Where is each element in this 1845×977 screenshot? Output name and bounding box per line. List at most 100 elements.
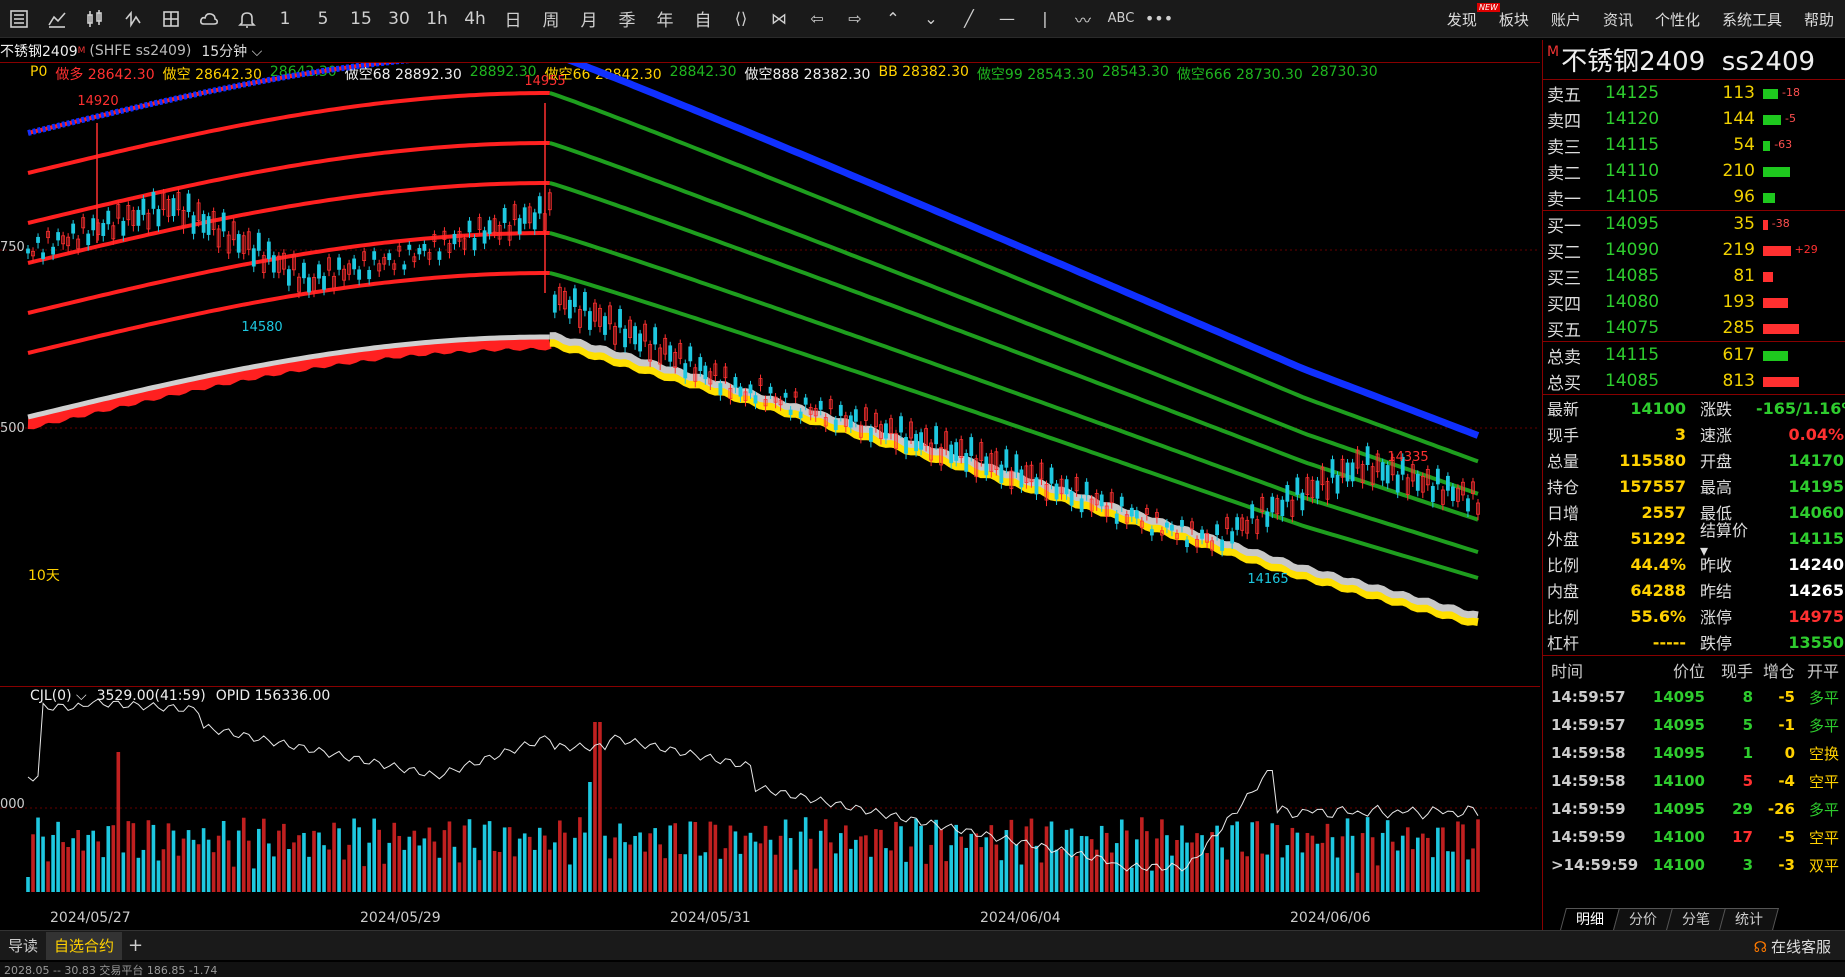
expand-icon[interactable]: ⋈: [760, 0, 798, 38]
tab-watchlist[interactable]: 自选合约: [46, 931, 123, 960]
volume-bar: [703, 852, 708, 892]
arrow-up-icon[interactable]: ⌃: [874, 0, 912, 38]
arrow-down-icon[interactable]: ⌄: [912, 0, 950, 38]
volume-bar: [201, 828, 206, 892]
bid-level-row: 买二 14090 219 +29: [1543, 237, 1845, 263]
menu-item-5[interactable]: 系统工具: [1711, 9, 1793, 30]
trade-type: 多平: [1808, 688, 1839, 707]
level-volume-bar: [1763, 141, 1771, 151]
period-selector[interactable]: 15分钟 ⌵: [201, 41, 262, 61]
period-9[interactable]: 季: [608, 0, 646, 38]
volume-bar: [467, 819, 472, 892]
candle-body: [768, 386, 773, 394]
volume-bar: [803, 817, 808, 892]
level-delta: -63: [1774, 138, 1793, 151]
tab-price[interactable]: 分价: [1613, 908, 1673, 930]
period-3[interactable]: 30: [380, 0, 418, 38]
trade-type: 空换: [1808, 744, 1839, 763]
candle-body: [1250, 504, 1255, 519]
period-5[interactable]: 4h: [456, 0, 494, 38]
period-7[interactable]: 周: [532, 0, 570, 38]
menu-item-1[interactable]: 板块: [1488, 9, 1540, 30]
main-chart[interactable]: 14920 14955 14580 14335 14165 10天: [0, 62, 1540, 684]
menu-item-3[interactable]: 资讯: [1592, 9, 1644, 30]
period-6[interactable]: 日: [494, 0, 532, 38]
volume-bar: [1245, 856, 1250, 892]
period-4[interactable]: 1h: [418, 0, 456, 38]
menu-item-0[interactable]: 发现 NEW: [1436, 2, 1500, 30]
volume-bar: [904, 861, 908, 892]
volume-bar: [839, 833, 843, 892]
menu-item-4[interactable]: 个性化: [1644, 9, 1711, 30]
period-8[interactable]: 月: [570, 0, 608, 38]
volume-bar: [1019, 864, 1024, 892]
bid-level-row: 买一 14095 35 -38: [1543, 211, 1845, 237]
tab-guide[interactable]: 导读: [0, 935, 46, 956]
volume-bar: [507, 827, 512, 892]
volume-bar: [889, 850, 893, 892]
candle-body: [151, 191, 156, 209]
depth-icon[interactable]: [152, 0, 190, 38]
level-volume-bar: [1763, 193, 1775, 203]
volume-bar: [1390, 841, 1395, 892]
more-icon[interactable]: •••: [1140, 0, 1178, 38]
bottom-bar: 导读 自选合约 + ☊ 在线客服: [0, 930, 1845, 960]
text-tool-icon[interactable]: ABC: [1102, 0, 1140, 38]
arrow-left-icon[interactable]: ⇦: [798, 0, 836, 38]
quote-stat-row: 最新 14100 涨跌 -165/1.16%: [1543, 395, 1845, 421]
volume-bar: [297, 835, 301, 892]
candle-body: [703, 365, 708, 380]
volume-bar: [1370, 837, 1375, 892]
candle-body: [56, 232, 61, 241]
period-2[interactable]: 15: [342, 0, 380, 38]
quote-stat-row: 比例 44.4% 昨收 14240: [1543, 551, 1845, 577]
volume-bar: [934, 819, 938, 892]
volume-bar: [753, 841, 758, 892]
toolbar: 1 5 15 30 1h 4h 日周月季年自 ⟨⟩ ⋈ ⇦ ⇨ ⌃ ⌄ ╱ — | 〰 ABC ••• 发现 NEW…: [0, 0, 1845, 38]
cloud-icon[interactable]: [190, 0, 228, 38]
shrink-icon[interactable]: ⟨⟩: [722, 0, 760, 38]
volume-bar: [798, 831, 803, 892]
volume-bar: [849, 848, 853, 892]
volume-bar: [1190, 842, 1194, 892]
level-volume: 96: [1733, 187, 1755, 207]
date-axis-label: 2024/05/31: [670, 910, 751, 926]
diagonal-line-icon[interactable]: ╱: [950, 0, 988, 38]
wave-icon[interactable]: 〰: [1064, 0, 1102, 38]
volume-bar: [874, 829, 878, 892]
tab-stats[interactable]: 统计: [1719, 908, 1779, 930]
bell-icon[interactable]: [228, 0, 266, 38]
candle-body: [236, 234, 241, 253]
menu-item-2[interactable]: 账户: [1540, 9, 1592, 30]
line-chart-icon[interactable]: [38, 0, 76, 38]
candle-body: [583, 292, 587, 311]
volume-bar: [1451, 851, 1455, 892]
tab-tick[interactable]: 分笔: [1666, 908, 1726, 930]
vertical-line-icon[interactable]: |: [1026, 0, 1064, 38]
period-11[interactable]: 自: [684, 0, 722, 38]
tab-detail[interactable]: 明细: [1560, 908, 1620, 930]
candle-body: [1064, 479, 1069, 495]
level-price: 14105: [1605, 187, 1660, 207]
candle-body: [1385, 465, 1390, 484]
period-10[interactable]: 年: [646, 0, 684, 38]
tick-chart-icon[interactable]: [114, 0, 152, 38]
add-tab-button[interactable]: +: [122, 935, 149, 956]
online-service-button[interactable]: ☊ 在线客服: [1754, 936, 1831, 957]
volume-bar: [1395, 850, 1400, 892]
trade-column-header: 增仓: [1762, 661, 1795, 681]
volume-bar: [1421, 833, 1425, 892]
level-label: 买一: [1547, 216, 1581, 237]
period-1[interactable]: 5: [304, 0, 342, 38]
period-0[interactable]: 1: [266, 0, 304, 38]
candlestick-icon[interactable]: [76, 0, 114, 38]
arrow-right-icon[interactable]: ⇨: [836, 0, 874, 38]
list-icon[interactable]: [0, 0, 38, 38]
level-volume-bar: [1763, 377, 1799, 387]
book-total-row: 总卖 14115 617: [1543, 342, 1845, 368]
volume-chart[interactable]: [0, 686, 1540, 906]
volume-bar: [723, 848, 728, 892]
horizontal-line-icon[interactable]: —: [988, 0, 1026, 38]
menu-item-6[interactable]: 帮助: [1793, 9, 1845, 30]
candle-body: [91, 218, 96, 231]
